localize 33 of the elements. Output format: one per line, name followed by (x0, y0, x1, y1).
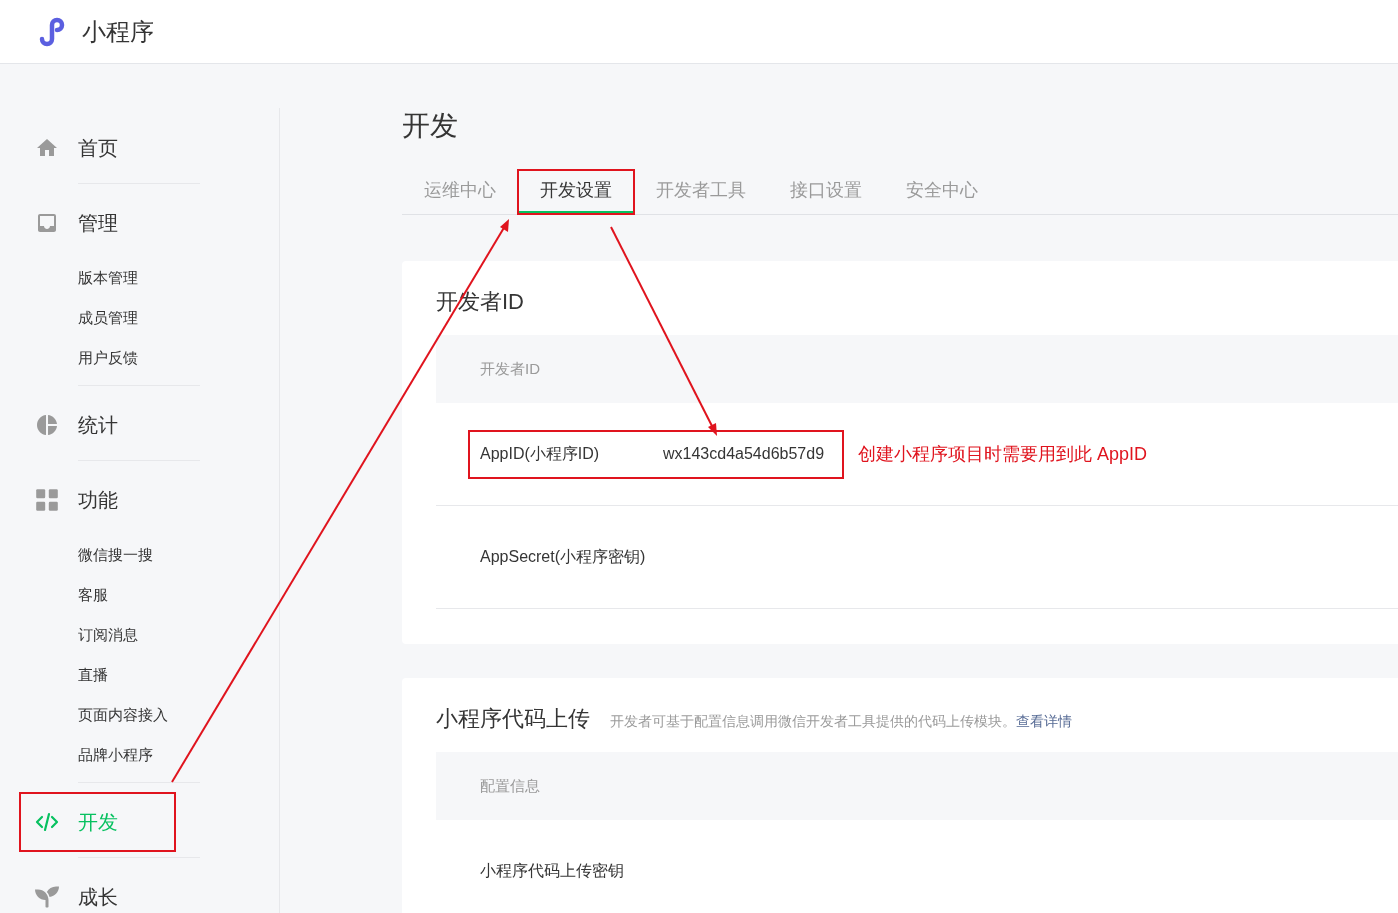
sidebar-item[interactable]: 统计 (21, 397, 174, 453)
sidebar-subitem[interactable]: 成员管理 (78, 306, 138, 330)
card-title: 开发者ID (436, 288, 524, 316)
field-label: 小程序代码上传密钥 (480, 861, 625, 881)
grid-icon (35, 488, 59, 512)
sprout-icon (35, 885, 59, 909)
card-description: 开发者可基于配置信息调用微信开发者工具提供的代码上传模块。查看详情 (610, 712, 1072, 731)
card-title: 小程序代码上传 (436, 705, 590, 733)
page-title: 开发 (402, 109, 459, 143)
header-label: 开发者ID (480, 358, 540, 379)
sidebar-subitem[interactable]: 品牌小程序 (78, 743, 153, 767)
sidebar-item[interactable]: 功能 (21, 472, 174, 528)
annotation-note: 创建小程序项目时需要用到此 AppID (858, 442, 1148, 466)
sidebar-item[interactable]: 成长 (21, 869, 174, 913)
app-title: 小程序 (82, 16, 154, 47)
pie-chart-icon (35, 413, 59, 437)
details-link[interactable]: 查看详情 (1016, 713, 1072, 729)
code-icon (35, 810, 59, 834)
inbox-icon (35, 211, 59, 235)
sidebar-item[interactable]: 首页 (21, 120, 174, 176)
sidebar-subitem[interactable]: 订阅消息 (78, 623, 138, 647)
field-label: AppSecret(小程序密钥) (480, 547, 647, 567)
sidebar-subitem[interactable]: 版本管理 (78, 266, 138, 290)
tab[interactable]: 开发设置 (518, 170, 634, 214)
field-value: wx143cd4a54d6b57d9 (663, 444, 825, 464)
header-label: 配置信息 (480, 775, 540, 796)
sidebar-subitem[interactable]: 页面内容接入 (78, 703, 168, 727)
sidebar-item[interactable]: 管理 (21, 195, 174, 251)
sidebar-subitem[interactable]: 客服 (78, 583, 108, 607)
sidebar-subitem[interactable]: 微信搜一搜 (78, 543, 153, 567)
sidebar-subitem[interactable]: 直播 (78, 663, 108, 687)
field-label: AppID(小程序ID) (480, 444, 601, 464)
sidebar-subitem[interactable]: 用户反馈 (78, 346, 138, 370)
